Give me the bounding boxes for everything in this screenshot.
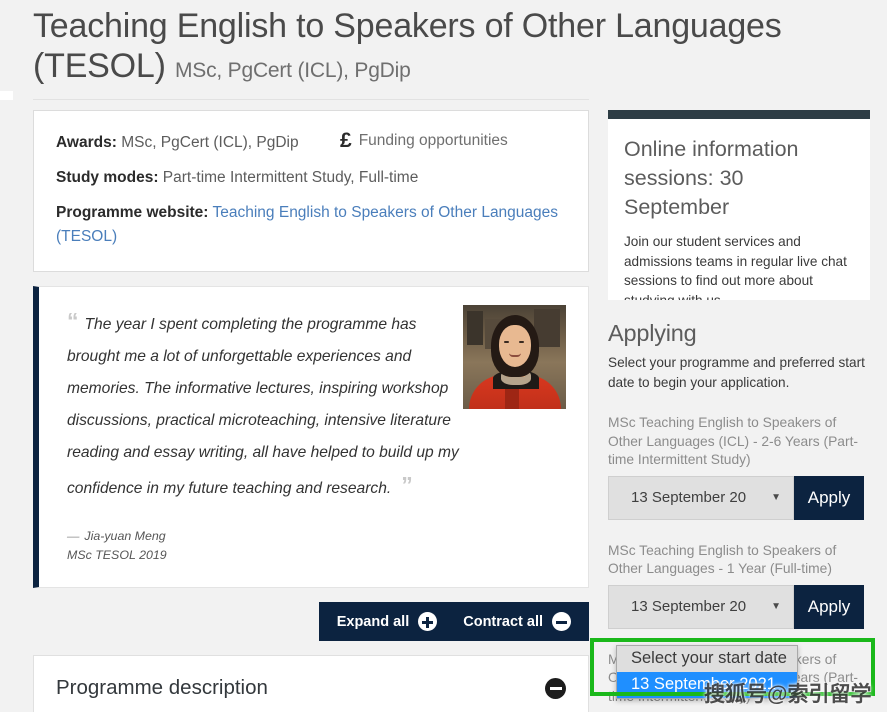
- attribution-dash: —: [67, 529, 80, 543]
- online-sessions-title: Online information sessions: 30 Septembe…: [624, 137, 799, 219]
- testimonial-attribution: — Jia-yuan Meng MSc TESOL 2019: [67, 527, 566, 565]
- minus-circle-icon: [552, 612, 571, 631]
- testimonial-quote: “The year I spent completing the program…: [67, 305, 471, 505]
- pound-sterling-icon: £: [340, 129, 352, 152]
- start-date-select[interactable]: 13 September 20 ▼: [608, 584, 794, 629]
- main-content-column: Awards: MSc, PgCert (ICL), PgDip £ Fundin…: [33, 110, 589, 712]
- minus-circle-icon[interactable]: [545, 677, 566, 699]
- contract-all-label: Contract all: [463, 613, 543, 630]
- programme-website-label: Programme website:: [56, 204, 209, 221]
- chevron-down-icon: ▼: [771, 601, 781, 612]
- start-date-row: 13 September 20 ▼ Apply: [608, 475, 870, 520]
- programme-description-accordion: Programme description: [33, 655, 589, 712]
- page-title: Teaching English to Speakers of Other La…: [33, 6, 863, 91]
- start-date-value: 13 September 20: [631, 489, 747, 506]
- funding-label: Funding opportunities: [358, 132, 508, 149]
- accordion-toolbar: Expand all Contract all: [318, 602, 589, 641]
- page-title-awards: MSc, PgCert (ICL), PgDip: [174, 59, 411, 82]
- accordion-header-programme-description[interactable]: Programme description: [34, 656, 588, 712]
- attribution-detail: MSc TESOL 2019: [67, 548, 167, 562]
- awards-label: Awards:: [56, 134, 117, 151]
- testimonial-text: The year I spent completing the programm…: [67, 316, 459, 497]
- contract-all-button[interactable]: Contract all: [463, 612, 571, 631]
- programme-info-card: Awards: MSc, PgCert (ICL), PgDip £ Fundin…: [33, 110, 589, 272]
- study-modes-label: Study modes:: [56, 169, 159, 186]
- programme-option-0: MSc Teaching English to Speakers of Othe…: [608, 414, 870, 520]
- awards-row: Awards: MSc, PgCert (ICL), PgDip £ Fundin…: [56, 129, 566, 155]
- sidebar-column: Online information sessions: 30 Septembe…: [608, 110, 870, 706]
- attribution-name: Jia-yuan Meng: [84, 529, 166, 543]
- student-testimonial-card: “The year I spent completing the program…: [33, 286, 589, 588]
- programme-label: MSc Teaching English to Speakers of Othe…: [608, 415, 859, 467]
- programme-option-1: MSc Teaching English to Speakers of Othe…: [608, 542, 870, 629]
- accordion-title: Programme description: [56, 676, 268, 699]
- header-divider: [33, 99, 589, 100]
- open-quote-icon: “: [67, 308, 78, 334]
- applying-title: Applying: [608, 320, 697, 346]
- expand-all-label: Expand all: [336, 613, 410, 630]
- study-modes-value: Part-time Intermittent Study, Full-time: [162, 169, 419, 186]
- dropdown-option-placeholder[interactable]: Select your start date: [617, 646, 797, 672]
- apply-button[interactable]: Apply: [794, 475, 864, 520]
- funding-opportunities-link[interactable]: £ Funding opportunities: [340, 129, 508, 153]
- page-header: Teaching English to Speakers of Other La…: [0, 0, 887, 91]
- online-sessions-text: Join our student services and admissions…: [624, 234, 847, 300]
- plus-circle-icon: [418, 612, 438, 631]
- online-sessions-card: Online information sessions: 30 Septembe…: [608, 110, 870, 300]
- start-date-select[interactable]: 13 September 20 ▼: [608, 475, 794, 520]
- study-modes-row: Study modes: Part-time Intermittent Stud…: [56, 166, 566, 190]
- student-portrait-image: [463, 305, 566, 409]
- awards-value: MSc, PgCert (ICL), PgDip: [121, 134, 299, 151]
- watermark-text: 搜狐号@索引留学: [704, 683, 872, 706]
- apply-button[interactable]: Apply: [794, 584, 864, 629]
- programme-label: MSc Teaching English to Speakers of Othe…: [608, 542, 837, 577]
- applying-subtitle: Select your programme and preferred star…: [608, 355, 865, 390]
- close-quote-icon: ”: [401, 472, 412, 498]
- expand-all-button[interactable]: Expand all: [337, 612, 438, 631]
- start-date-value: 13 September 20: [631, 598, 747, 615]
- programme-website-row: Programme website: Teaching English to S…: [56, 201, 566, 249]
- chevron-down-icon: ▼: [771, 492, 781, 503]
- accordion-toolbar-wrap: Expand all Contract all: [33, 602, 589, 641]
- start-date-row: 13 September 20 ▼ Apply: [608, 584, 870, 629]
